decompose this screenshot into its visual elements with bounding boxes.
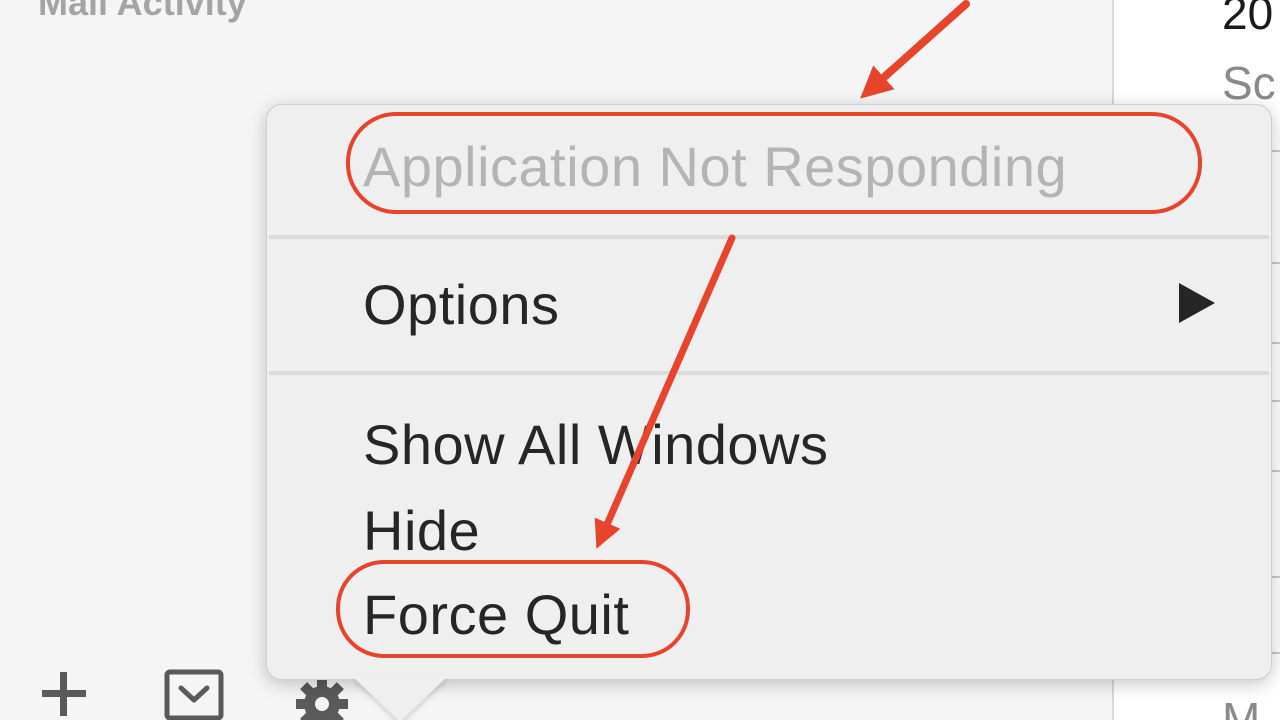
menu-separator [269,235,1269,239]
menu-item-hide[interactable]: Hide [363,503,480,559]
plus-icon[interactable] [38,668,90,720]
menu-item-show-all-windows[interactable]: Show All Windows [363,417,829,473]
menu-item-force-quit[interactable]: Force Quit [363,587,629,643]
dropdown-box-icon[interactable] [164,668,224,720]
submenu-arrow-icon [1179,283,1215,323]
context-menu: Application Not Responding Options Show … [266,104,1272,680]
menu-item-options[interactable]: Options [363,277,560,333]
message-date: 20 [1222,0,1274,39]
sidebar-heading: Mail Activity [38,0,247,23]
message-sender: Sc [1222,57,1276,109]
menu-header-application-not-responding: Application Not Responding [363,135,1068,198]
screenshot-stage: Mail Activity 20 Sc M Application Not Re… [0,0,1280,720]
menu-separator [269,371,1269,375]
menu-pointer-tail [352,676,448,720]
message-footer: M [1222,693,1261,720]
gear-icon[interactable] [294,676,350,720]
